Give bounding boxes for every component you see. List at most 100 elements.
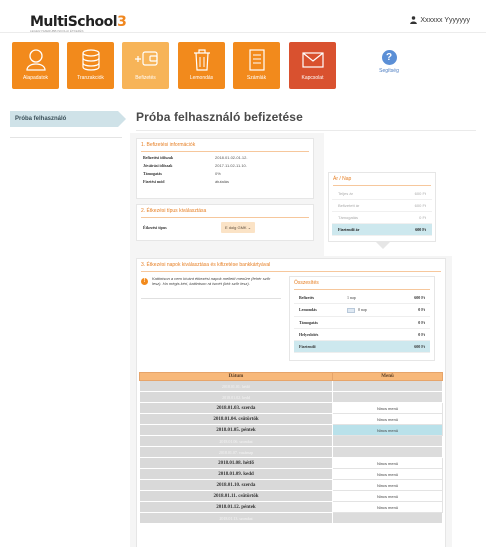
info-key: Támogatás bbox=[143, 171, 162, 176]
table-row: 2018.01.04. csütörtök Nincs menü bbox=[139, 413, 443, 425]
summary-value: 600 Ft bbox=[414, 343, 425, 349]
day-date: 2018.01.02. kedd bbox=[139, 391, 333, 403]
summary-value: 600 Ft bbox=[414, 295, 425, 300]
table-row: 2018.01.10. szerda Nincs menü bbox=[139, 479, 443, 491]
nav-label: Számlák bbox=[246, 75, 267, 81]
summary-panel: Összesítés Befizetés 1 nap 600 Ft Lemondás… bbox=[289, 276, 435, 361]
coins-icon bbox=[81, 49, 100, 71]
price-value: 600 Ft bbox=[415, 227, 426, 232]
meal-type-panel: 2. Étkezési típus kiválasztása Étkezési … bbox=[136, 204, 314, 241]
meal-type-label: Étkezési típus bbox=[143, 225, 167, 230]
table-row: 2018.01.09. kedd Nincs menü bbox=[139, 468, 443, 480]
day-menu-toggle[interactable]: Nincs menü bbox=[332, 413, 443, 425]
info-key: Befizetési időszak bbox=[143, 155, 174, 160]
day-date: 2018.01.10. szerda bbox=[139, 479, 333, 491]
nav-szamlak[interactable]: Számlák bbox=[233, 42, 280, 89]
day-date: 2018.01.03. szerda bbox=[139, 402, 333, 414]
summary-days-cell: 0 nap bbox=[347, 307, 418, 313]
sidebar-item-user[interactable]: Próba felhasználó bbox=[10, 111, 126, 127]
meal-type-select[interactable]: E dolg GMK ⌄ bbox=[221, 222, 256, 233]
price-per-day-panel: Ár / Nap Teljes ár 600 Ft Befizetett ár 60… bbox=[328, 172, 436, 249]
summary-row: Helyesbítés 0 Ft bbox=[294, 329, 430, 341]
table-row: 2018.01.12. péntek Nincs menü bbox=[139, 501, 443, 513]
summary-key: Befizetés bbox=[299, 295, 315, 300]
price-value: 600 Ft bbox=[414, 203, 426, 208]
nav-label: Befizetés bbox=[135, 75, 156, 81]
day-date: 2018.01.12. péntek bbox=[139, 501, 333, 513]
nav-befizetes[interactable]: Befizetés bbox=[122, 42, 169, 89]
day-date: 2018.01.05. péntek bbox=[139, 424, 333, 436]
day-menu-toggle bbox=[332, 512, 443, 524]
info-value: átutalás bbox=[215, 179, 230, 184]
price-key: Fizetendő ár bbox=[338, 227, 360, 232]
day-menu-toggle[interactable]: Nincs menü bbox=[332, 402, 443, 414]
nav-label: Lemondás bbox=[189, 75, 214, 81]
info-key: Jóváírási időszak bbox=[143, 163, 173, 168]
section-title: 3. Étkezési napok kiválasztása és kifize… bbox=[141, 262, 271, 268]
user-menu[interactable]: Xxxxxx Yyyyyyy bbox=[410, 16, 470, 24]
envelope-icon bbox=[301, 52, 324, 68]
day-menu-toggle[interactable]: Nincs menü bbox=[332, 424, 443, 436]
nav-kapcsolat[interactable]: Kapcsolat bbox=[289, 42, 336, 89]
calendar-icon bbox=[347, 307, 355, 313]
logo[interactable]: MultiSchool3 LEGEGYSZERŰBB ISKOLAI ÉTKEZ… bbox=[30, 14, 127, 34]
day-menu-toggle bbox=[332, 391, 443, 403]
table-row: 2018.01.01. hétfő bbox=[139, 380, 443, 392]
summary-title: Összesítés bbox=[294, 280, 319, 286]
day-menu-toggle[interactable]: Nincs menü bbox=[332, 457, 443, 469]
price-key: Befizetett ár bbox=[338, 203, 360, 208]
day-date: 2018.01.07. vasárnap bbox=[139, 446, 333, 458]
day-date: 2018.01.01. hétfő bbox=[139, 380, 333, 392]
price-key: Támogatás bbox=[338, 215, 359, 220]
column-header-date: Dátum bbox=[139, 372, 333, 381]
summary-value: 0 Ft bbox=[418, 307, 425, 313]
user-name: Xxxxxx Yyyyyyy bbox=[420, 16, 470, 24]
chevron-down-icon: ⌄ bbox=[247, 225, 252, 230]
table-body: 2018.01.01. hétfő 2018.01.02. kedd 2018.01… bbox=[139, 380, 443, 524]
day-menu-toggle[interactable]: Nincs menü bbox=[332, 479, 443, 491]
trash-icon bbox=[193, 49, 210, 71]
help-label: Segítség bbox=[379, 68, 399, 74]
day-menu-toggle[interactable]: Nincs menü bbox=[332, 490, 443, 502]
day-date: 2018.01.08. hétfő bbox=[139, 457, 333, 469]
table-row: 2018.01.11. csütörtök Nincs menü bbox=[139, 490, 443, 502]
day-date: 2018.01.11. csütörtök bbox=[139, 490, 333, 502]
price-total-row: Fizetendő ár 600 Ft bbox=[332, 224, 432, 236]
summary-days: 0 nap bbox=[358, 307, 367, 312]
day-menu-toggle[interactable]: Nincs menü bbox=[332, 501, 443, 513]
summary-key: Támogatás bbox=[299, 319, 318, 325]
sidebar-divider bbox=[10, 137, 122, 138]
summary-days: 1 nap bbox=[347, 295, 356, 300]
nav-alapadatok[interactable]: Alapadatok bbox=[12, 42, 59, 89]
nav-label: Alapadatok bbox=[22, 75, 49, 81]
price-title: Ár / Nap bbox=[333, 176, 352, 182]
day-menu-toggle bbox=[332, 446, 443, 458]
price-value: 600 Ft bbox=[414, 191, 426, 196]
table-row: 2018.01.06. szombat bbox=[139, 435, 443, 447]
summary-row: Támogatás 0 Ft bbox=[294, 317, 430, 329]
question-icon: ? bbox=[381, 50, 397, 65]
section-divider bbox=[294, 289, 430, 290]
summary-key: Helyesbítés bbox=[299, 331, 319, 337]
section-divider bbox=[141, 271, 441, 272]
nav-lemondas[interactable]: Lemondás bbox=[178, 42, 225, 89]
info-text: Kattintson a nem kívánt étkezési napok m… bbox=[152, 276, 271, 286]
day-menu-toggle bbox=[332, 380, 443, 392]
info-row: Befizetési időszak 2018.01.02-01.12. bbox=[143, 155, 307, 160]
help-button[interactable]: ? Segítség bbox=[372, 50, 406, 74]
nav-label: Tranzakciók bbox=[77, 75, 104, 81]
invoice-icon bbox=[248, 49, 265, 71]
info-value: 0% bbox=[215, 171, 221, 176]
info-row: Jóváírási időszak 2017.11.02-11.10. bbox=[143, 163, 307, 168]
summary-value: 0 Ft bbox=[418, 331, 425, 337]
price-row: Befizetett ár 600 Ft bbox=[332, 200, 432, 212]
table-row: 2018.01.13. szombat bbox=[139, 512, 443, 524]
meal-days-table: Dátum Menü 2018.01.01. hétfő 2018.01.02. … bbox=[139, 372, 443, 524]
price-key: Teljes ár bbox=[338, 191, 353, 196]
summary-row: Befizetés 1 nap 600 Ft bbox=[294, 292, 430, 304]
summary-total-row: Fizetendő 600 Ft bbox=[294, 340, 430, 353]
nav-tranzakciok[interactable]: Tranzakciók bbox=[67, 42, 114, 89]
day-date: 2018.01.06. szombat bbox=[139, 435, 333, 447]
day-menu-toggle[interactable]: Nincs menü bbox=[332, 468, 443, 480]
table-row: 2018.01.07. vasárnap bbox=[139, 446, 443, 458]
